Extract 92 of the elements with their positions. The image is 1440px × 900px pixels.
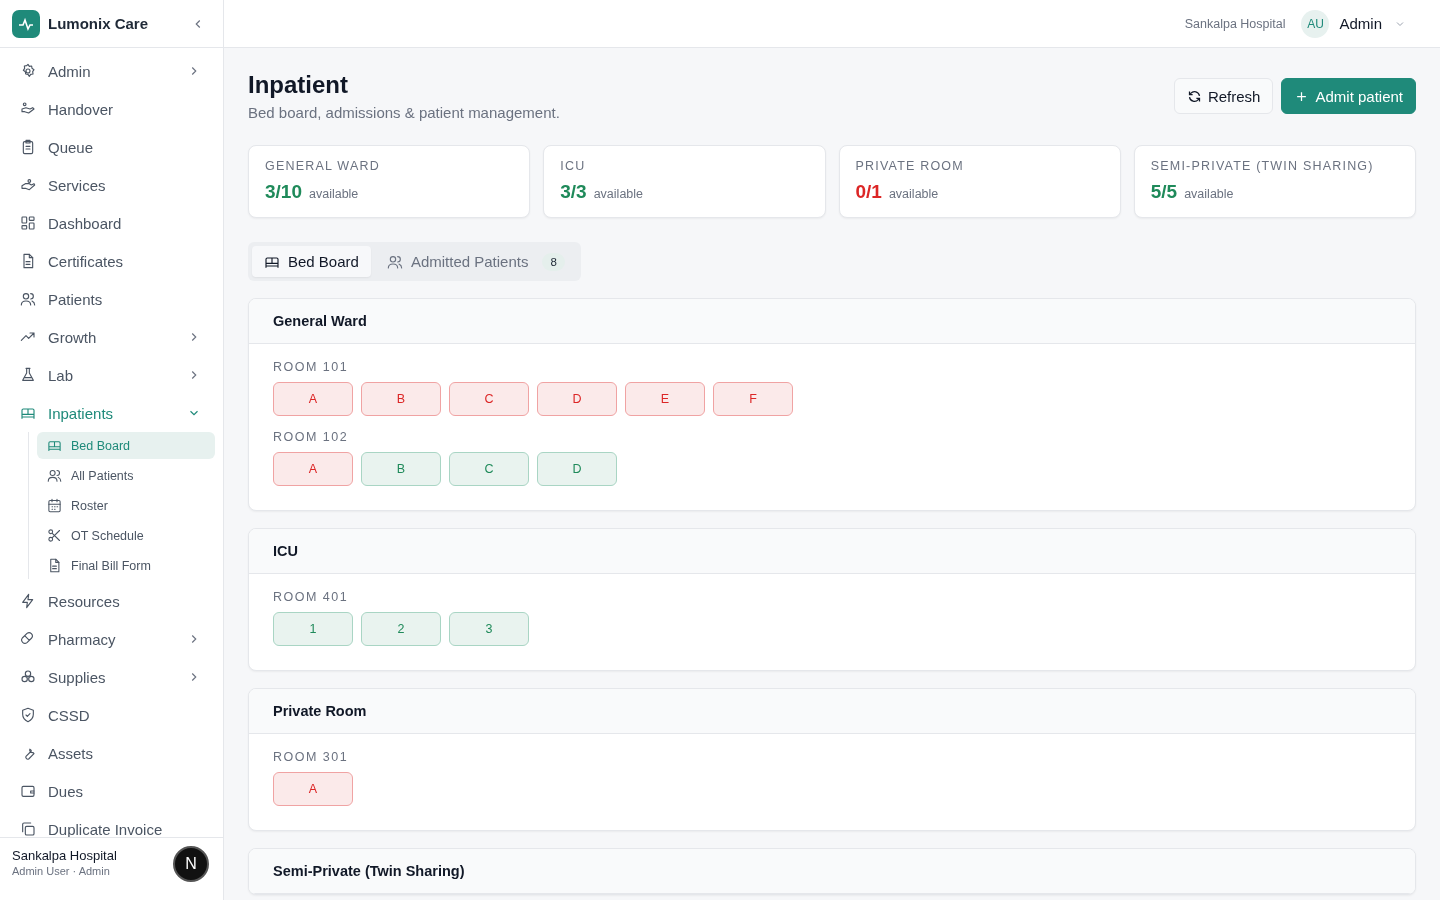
room-label: ROOM 301 <box>273 750 350 764</box>
sidebar-item[interactable]: Admin <box>8 52 215 90</box>
room-label: ROOM 102 <box>273 430 350 444</box>
room-label: ROOM 401 <box>273 590 350 604</box>
admit-button[interactable]: Admit patient <box>1281 78 1416 114</box>
users-icon <box>386 253 403 270</box>
refresh-icon <box>1186 88 1202 104</box>
sidebar-subitem[interactable]: Final Bill Form <box>37 552 215 579</box>
sidebar-item[interactable]: Growth <box>8 318 215 356</box>
bed-button[interactable]: 3 <box>449 612 529 646</box>
sidebar-item[interactable]: Duplicate Invoice <box>8 810 215 837</box>
ward-title: Private Room <box>273 703 367 719</box>
stat-label: GENERAL WARD <box>265 159 381 173</box>
bed-icon <box>47 438 62 453</box>
bed-button[interactable]: A <box>273 382 353 416</box>
sidebar-subitem[interactable]: Roster <box>37 492 215 519</box>
bed-button[interactable]: 2 <box>361 612 441 646</box>
room-label: ROOM 101 <box>273 360 350 374</box>
bed-button[interactable]: B <box>361 382 441 416</box>
stat-caption: available <box>309 187 359 201</box>
bed-button[interactable]: A <box>273 772 353 806</box>
stat-caption: available <box>593 187 643 201</box>
users-icon <box>20 291 36 307</box>
user-name[interactable]: Admin <box>1339 15 1382 32</box>
bed-button[interactable]: D <box>537 382 617 416</box>
ward-title: General Ward <box>273 313 367 329</box>
bed-button[interactable]: A <box>273 452 353 486</box>
stat-label: ICU <box>560 159 587 173</box>
sidebar-item[interactable]: Assets <box>8 734 215 772</box>
clipboard-icon <box>20 139 36 155</box>
bed-button[interactable]: E <box>625 382 705 416</box>
stat-caption: available <box>1184 187 1234 201</box>
stat-value: 5/5 <box>1150 181 1178 203</box>
bed-button[interactable]: C <box>449 382 529 416</box>
bed-button[interactable]: C <box>449 452 529 486</box>
bed-button[interactable]: 1 <box>273 612 353 646</box>
tab[interactable]: Admitted Patients 8 <box>374 246 577 277</box>
sidebar-item[interactable]: Services <box>8 166 215 204</box>
users-icon <box>47 468 62 483</box>
count-badge: 8 <box>542 252 565 271</box>
stat-value: 3/3 <box>560 181 587 203</box>
bed-button[interactable]: F <box>713 382 793 416</box>
gear-icon <box>20 63 36 79</box>
pill-icon <box>20 631 36 647</box>
sidebar-item[interactable]: Dues <box>8 772 215 810</box>
flask-icon <box>20 367 36 383</box>
sidebar-item[interactable]: Resources <box>8 582 215 620</box>
boxes-icon <box>20 669 36 685</box>
app-name: Lumonix Care <box>48 15 150 32</box>
sidebar-subitem[interactable]: All Patients <box>37 462 215 489</box>
bed-button[interactable]: D <box>537 452 617 486</box>
stat-caption: available <box>888 187 939 201</box>
stat-value: 0/1 <box>855 181 882 203</box>
sidebar-item[interactable]: Patients <box>8 280 215 318</box>
sidebar-subitem[interactable]: Bed Board <box>37 432 215 459</box>
tab[interactable]: Bed Board <box>252 246 371 277</box>
n-badge[interactable]: N <box>173 846 209 882</box>
sidebar-item[interactable]: Lab <box>8 356 215 394</box>
sidebar-item[interactable]: Pharmacy <box>8 620 215 658</box>
bed-icon <box>20 405 36 421</box>
sidebar-item[interactable]: Certificates <box>8 242 215 280</box>
user-avatar[interactable]: AU <box>1301 9 1330 38</box>
scissors-icon <box>47 528 62 543</box>
bed-button[interactable]: B <box>361 452 441 486</box>
hospital-name: Sankalpa Hospital <box>1184 16 1286 31</box>
stat-label: SEMI-PRIVATE (TWIN SHARING) <box>1150 159 1375 173</box>
page-title: Inpatient <box>248 71 349 99</box>
stat-value: 3/10 <box>265 181 302 203</box>
wallet-icon <box>20 783 36 799</box>
page-subtitle: Bed board, admissions & patient management. <box>248 104 560 121</box>
bolt-icon <box>20 593 36 609</box>
document-icon <box>47 558 62 573</box>
hand-icon <box>20 101 36 117</box>
sidebar-item[interactable]: Queue <box>8 128 215 166</box>
sidebar-item[interactable]: Supplies <box>8 658 215 696</box>
document-icon <box>20 253 36 269</box>
stat-label: PRIVATE ROOM <box>855 159 965 173</box>
sidebar-item[interactable]: Handover <box>8 90 215 128</box>
ward-title: Semi-Private (Twin Sharing) <box>273 863 465 879</box>
ward-title: ICU <box>273 543 298 559</box>
refresh-button[interactable]: Refresh <box>1173 78 1274 114</box>
hand-icon <box>20 177 36 193</box>
copy-icon <box>20 821 36 837</box>
pulse-logo-icon <box>12 9 40 38</box>
calendar-icon <box>47 498 62 513</box>
sidebar-item[interactable]: Inpatients <box>8 394 215 432</box>
user-role: Admin User · Admin <box>12 865 111 877</box>
shield-icon <box>20 707 36 723</box>
grid-icon <box>20 215 36 231</box>
sidebar-item[interactable]: Dashboard <box>8 204 215 242</box>
sidebar-subitem[interactable]: OT Schedule <box>37 522 215 549</box>
sidebar-item[interactable]: CSSD <box>8 696 215 734</box>
